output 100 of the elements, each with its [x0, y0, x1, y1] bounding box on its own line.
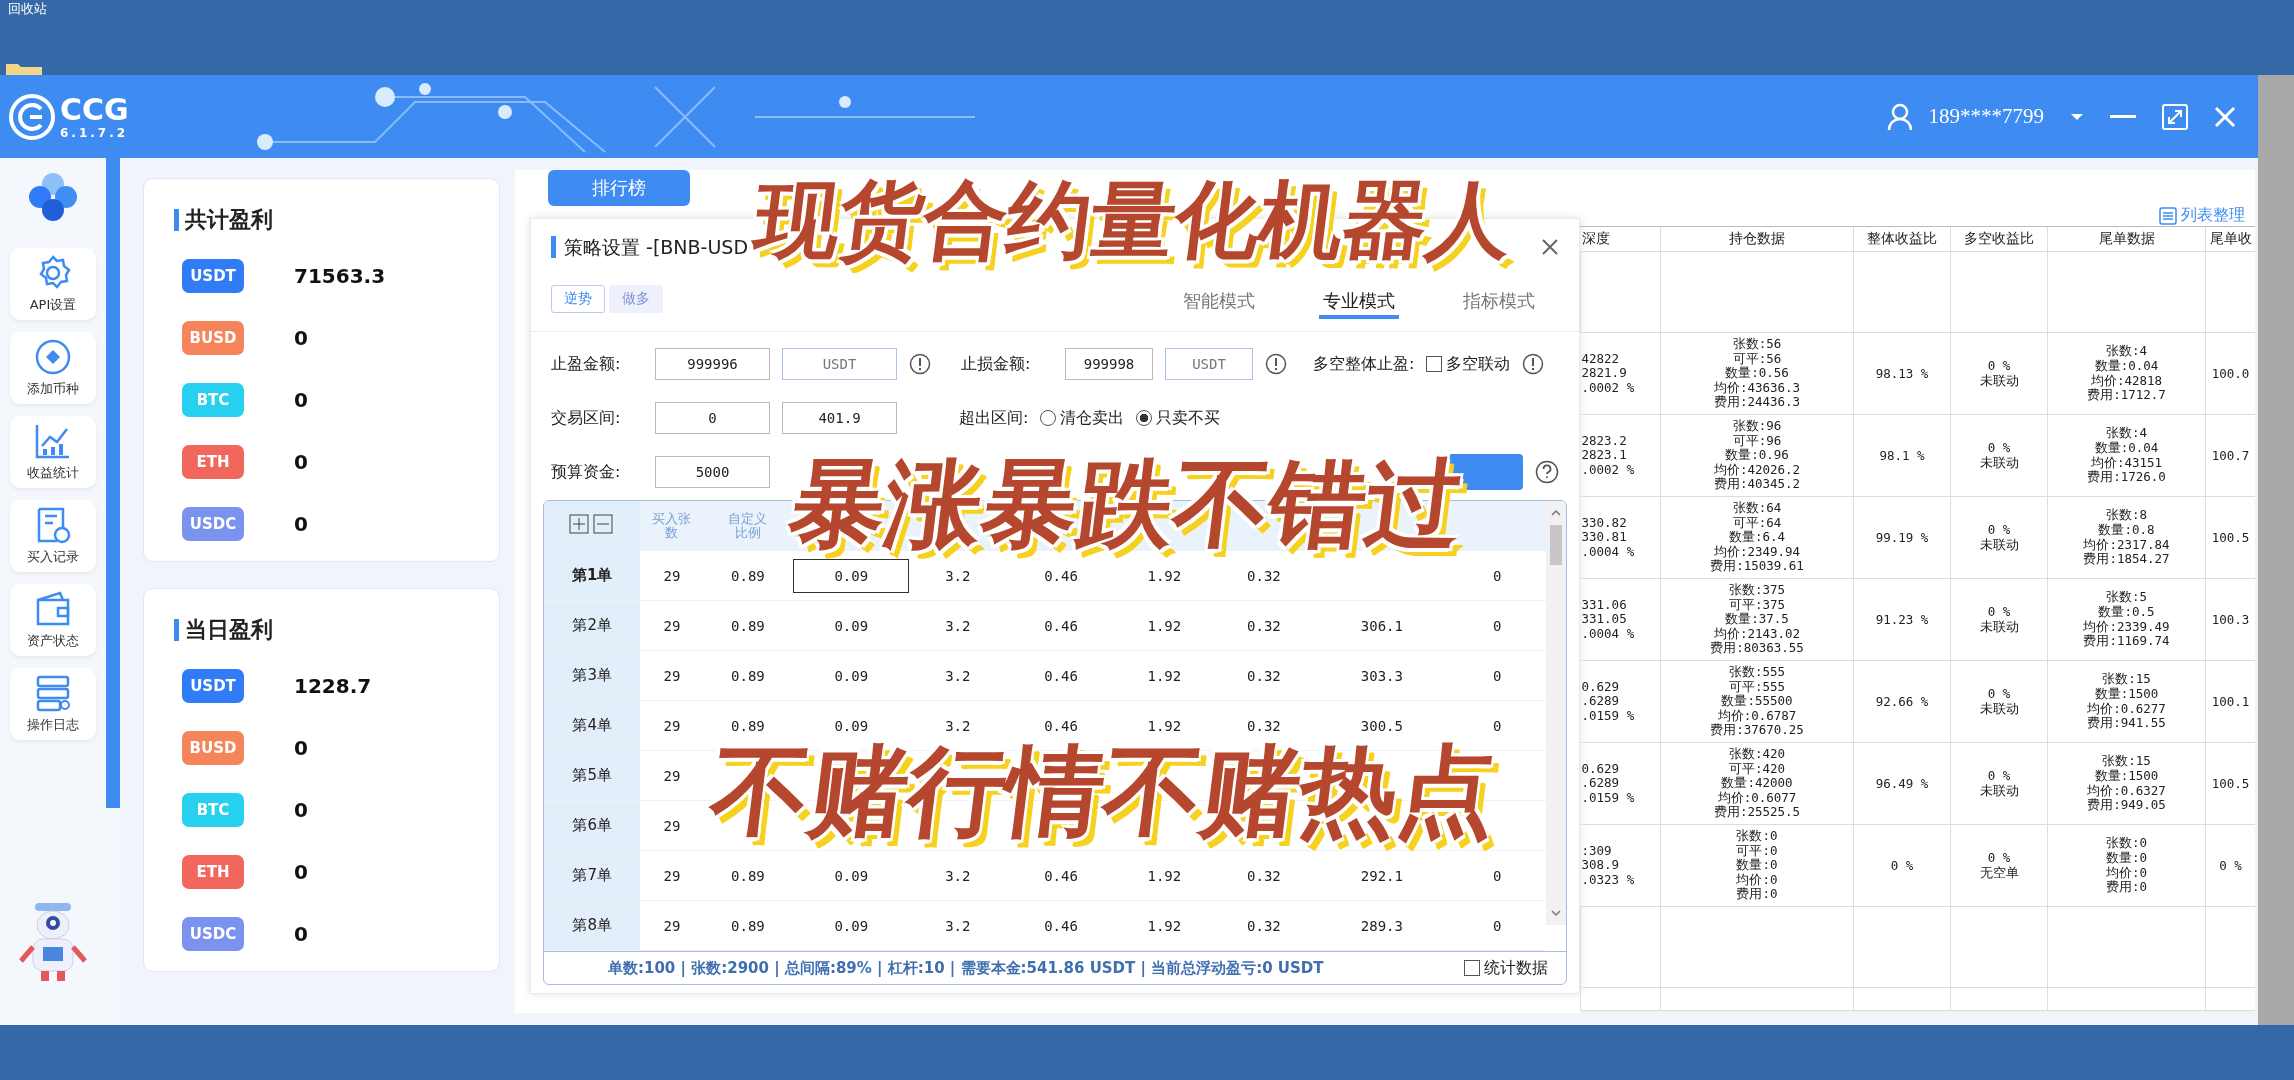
table-cell-text: 0.46	[1043, 666, 1079, 686]
table-cell: 91.23 %	[1875, 612, 1929, 627]
row-label[interactable]: 第1单	[544, 551, 641, 601]
table-cell-text: 0.09	[833, 716, 870, 736]
field-label: 预算资金:	[551, 461, 622, 483]
column-header: 整体收益比	[1867, 230, 1937, 246]
mode-tab[interactable]: 指标模式	[1459, 287, 1539, 319]
input-field[interactable]: 401.9	[782, 402, 897, 434]
table-cell-text: 0.89	[730, 716, 766, 736]
table-cell: 张数:420 可平:420 数量:42000 均价:0.6077 费用:25525.5	[1713, 747, 1801, 820]
table-cell-text: 0.32	[1246, 916, 1282, 936]
table-cell-text: 0.09	[833, 866, 870, 886]
table-cell-text: 0.89	[730, 616, 766, 636]
field-label: 止损金额:	[961, 353, 1032, 375]
table-cell-text: 0.46	[1043, 616, 1079, 636]
card-title: 当日盈利	[174, 619, 499, 641]
sidebar-item[interactable]: 添加币种	[10, 332, 96, 404]
table-cell: 331.06 331.05 .0004 %	[1581, 597, 1635, 642]
table-cell-text: 29	[662, 866, 682, 886]
input-field[interactable]: 999998	[1065, 348, 1153, 380]
table-cell: 92.66 %	[1875, 694, 1929, 709]
coin-badge: USDC	[182, 507, 244, 541]
table-cell: 张数:15 数量:1500 均价:0.6277 费用:941.55	[2087, 672, 2166, 731]
table-cell-text: 3.2	[944, 716, 972, 736]
table-cell: 100.5	[2211, 530, 2250, 545]
table-cell-text: 0.46	[1043, 916, 1079, 936]
table-cell: 0 % 未联动	[1979, 358, 2019, 389]
table-cell: 100.5	[2211, 776, 2250, 791]
sidebar-item[interactable]: 买入记录	[10, 500, 96, 572]
table-cell-text: 289.3	[1359, 916, 1404, 936]
amount-text: 0	[294, 388, 308, 412]
column-header: 持仓数据	[1729, 230, 1785, 246]
table-cell-text: 0.09	[833, 916, 870, 936]
radio-label[interactable]: 只卖不买	[1156, 407, 1221, 429]
checkbox-label[interactable]: 统计数据	[1484, 957, 1548, 979]
mode-tab[interactable]: 专业模式	[1319, 287, 1399, 319]
input-field[interactable]: 0	[655, 402, 770, 434]
summary-text: 单数:100 | 张数:2900 | 总间隔:89% | 杠杆:10 | 需要本金:541.86 USDT | 当前总浮动盈亏:0 USDT	[608, 958, 1324, 978]
sidebar-item[interactable]: API设置	[10, 248, 96, 320]
table-cell-text: 3.2	[944, 566, 972, 586]
column-header: 深度	[1581, 230, 1610, 246]
table-cell: 0 % 无空单	[1979, 850, 2019, 881]
table-cell: 张数:555 可平:555 数量:55500 均价:0.6787 费用:37670.25	[1710, 665, 1804, 738]
column-header: 多空收益比	[1964, 230, 2034, 246]
unit-field[interactable]: USDT	[1165, 348, 1253, 380]
amount-text: 0	[294, 736, 308, 760]
table-cell-text: 0.89	[730, 916, 766, 936]
list-settings-link[interactable]: 列表整理	[2159, 205, 2245, 226]
field-label: 交易区间:	[551, 407, 622, 429]
sidebar-item[interactable]: 资产状态	[10, 584, 96, 656]
column-header: 买入张数	[651, 512, 693, 540]
table-cell-text: 0	[1491, 866, 1503, 886]
table-cell: 0 % 未联动	[1979, 686, 2019, 717]
coin-badge: BTC	[182, 383, 244, 417]
field-label: 止盈金额:	[551, 353, 622, 375]
input-field[interactable]: 5000	[655, 456, 770, 488]
sidebar-item[interactable]: 收益统计	[10, 416, 96, 488]
radio-label[interactable]: 清仓卖出	[1060, 407, 1125, 429]
input-field[interactable]: 999996	[655, 348, 770, 380]
dialog-title: 策略设置 -[BNB-USD	[551, 236, 749, 258]
table-cell-text: 0.32	[1246, 716, 1282, 736]
table-cell-text: 1.92	[1146, 566, 1183, 586]
table-cell-text: 0.32	[1246, 666, 1282, 686]
row-label[interactable]: 第5单	[544, 750, 641, 801]
column-header: 自定义比例	[727, 512, 769, 540]
table-cell-text: 0.46	[1043, 566, 1079, 586]
table-cell-text: 3.2	[944, 916, 972, 936]
table-cell-text: 0.89	[730, 566, 766, 586]
field-label: 多空整体止盈:	[1313, 353, 1415, 375]
table-cell-text: 29	[662, 566, 682, 586]
table-cell-text: 0	[1491, 566, 1503, 586]
version-text: 6.1.7.2	[60, 126, 129, 139]
row-label[interactable]: 第6单	[544, 800, 641, 851]
table-cell-text: 29	[662, 616, 682, 636]
row-label[interactable]: 第4单	[544, 700, 641, 751]
desktop-icon-label[interactable]: 回收站	[8, 0, 47, 18]
direction-tab[interactable]: 逆势	[551, 285, 605, 313]
coin-badge: BTC	[182, 793, 244, 827]
column-header: 尾单收	[2209, 230, 2252, 246]
table-cell-text: 29	[662, 816, 682, 836]
coin-badge: BUSD	[182, 321, 244, 355]
checkbox-label[interactable]: 多空联动	[1446, 353, 1511, 375]
table-cell-text: 1.92	[1146, 866, 1183, 886]
table-cell-text: 0	[1491, 716, 1503, 736]
unit-field[interactable]: USDT	[782, 348, 897, 380]
table-cell-text: 306.1	[1359, 616, 1404, 636]
row-label[interactable]: 第8单	[544, 900, 641, 951]
coin-badge: ETH	[182, 855, 244, 889]
sidebar-item[interactable]: 操作日志	[10, 668, 96, 740]
table-cell-text: 0.09	[833, 666, 870, 686]
table-cell-text: 29	[662, 666, 682, 686]
table-cell-text: 3.2	[944, 616, 972, 636]
row-label[interactable]: 第2单	[544, 600, 641, 651]
table-cell-text: 29	[662, 916, 682, 936]
table-cell-text: 0.46	[1043, 716, 1079, 736]
row-label[interactable]: 第3单	[544, 650, 641, 701]
mode-tab[interactable]: 智能模式	[1179, 287, 1259, 319]
table-cell: 0.629 .6289 .0159 %	[1581, 761, 1635, 806]
row-label[interactable]: 第7单	[544, 850, 641, 901]
table-cell: 100.7	[2211, 448, 2250, 463]
